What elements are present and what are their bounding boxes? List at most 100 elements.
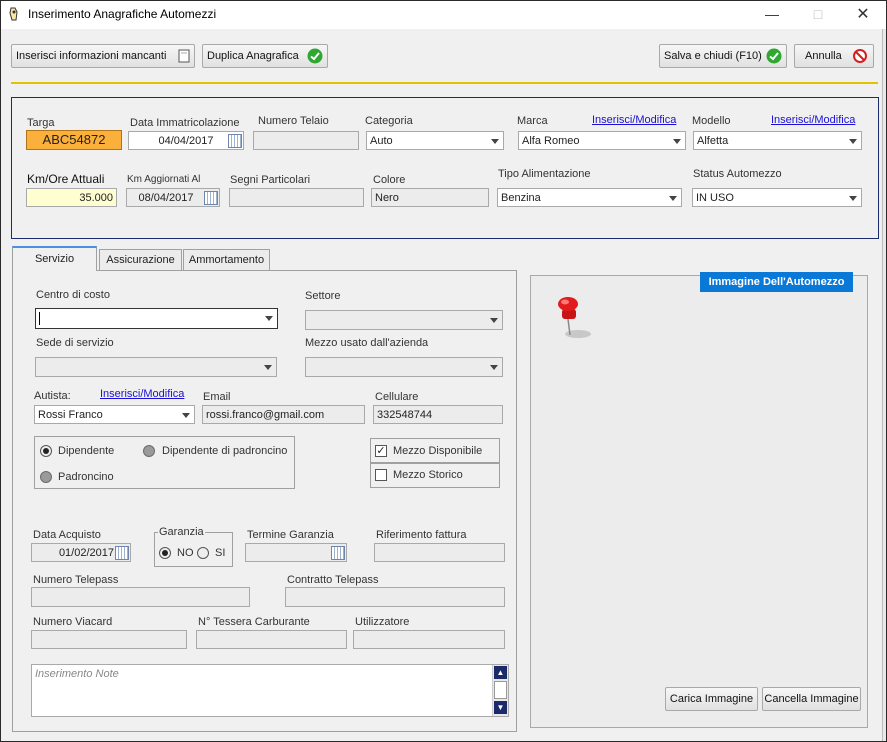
- minimize-button[interactable]: —: [749, 1, 795, 29]
- km-agg-field[interactable]: 08/04/2017: [126, 188, 220, 207]
- chevron-down-icon: [669, 132, 685, 149]
- document-icon: [176, 48, 192, 64]
- km-agg-label: Km Aggiornati Al: [127, 174, 201, 185]
- status-select[interactable]: IN USO: [692, 188, 862, 207]
- settore-label: Settore: [305, 290, 341, 302]
- mezzo-usato-select[interactable]: [305, 357, 503, 377]
- km-field[interactable]: 35.000: [26, 188, 117, 207]
- categoria-label: Categoria: [365, 115, 413, 127]
- save-close-label: Salva e chiudi (F10): [664, 50, 762, 62]
- alimentazione-value: Benzina: [501, 192, 541, 204]
- data-imm-field[interactable]: 04/04/2017: [128, 131, 244, 150]
- viacard-field[interactable]: [31, 630, 187, 649]
- image-panel: [530, 275, 868, 728]
- km-label: Km/Ore Attuali: [27, 172, 105, 186]
- sede-select[interactable]: [35, 357, 277, 377]
- email-field[interactable]: rossi.franco@gmail.com: [202, 405, 365, 424]
- garanzia-no-label: NO: [177, 547, 194, 559]
- data-acquisto-label: Data Acquisto: [33, 529, 101, 541]
- calendar-icon[interactable]: [331, 546, 345, 560]
- alimentazione-select[interactable]: Benzina: [497, 188, 682, 207]
- categoria-value: Auto: [370, 135, 393, 147]
- utilizzatore-field[interactable]: [353, 630, 505, 649]
- marca-value: Alfa Romeo: [522, 135, 580, 147]
- scroll-up-arrow[interactable]: ▲: [494, 666, 507, 679]
- close-button[interactable]: ✕: [840, 1, 886, 29]
- cancel-label: Annulla: [805, 50, 842, 62]
- mezzo-disponibile-label: Mezzo Disponibile: [393, 445, 483, 457]
- telepass-field[interactable]: [31, 587, 250, 607]
- mezzo-disponibile-checkbox[interactable]: ✓: [375, 445, 387, 457]
- duplicate-button[interactable]: Duplica Anagrafica: [202, 44, 328, 68]
- load-image-button[interactable]: Carica Immagine: [665, 687, 758, 711]
- insert-missing-button[interactable]: Inserisci informazioni mancanti: [11, 44, 195, 68]
- load-image-label: Carica Immagine: [669, 693, 754, 705]
- data-imm-value: 04/04/2017: [158, 135, 214, 147]
- settore-select[interactable]: [305, 310, 503, 330]
- check-green-icon: [766, 48, 782, 64]
- modello-select[interactable]: Alfetta: [693, 131, 862, 150]
- marca-edit-link[interactable]: Inserisci/Modifica: [592, 114, 676, 126]
- targa-label: Targa: [27, 117, 55, 129]
- calendar-icon[interactable]: [204, 191, 218, 205]
- garanzia-si-radio[interactable]: [197, 547, 209, 559]
- radio-dipendente[interactable]: [40, 445, 52, 457]
- note-textarea[interactable]: Inserimento Note ▲ ▼: [31, 664, 509, 717]
- chevron-down-icon: [845, 189, 861, 206]
- scroll-thumb[interactable]: [494, 681, 507, 699]
- marca-label: Marca: [517, 115, 548, 127]
- radio-dipendente-padroncino[interactable]: [143, 445, 155, 457]
- title-bar: Inserimento Anagrafiche Automezzi — □ ✕: [1, 1, 886, 29]
- colore-field[interactable]: Nero: [371, 188, 489, 207]
- chevron-down-icon: [260, 358, 276, 376]
- check-green-icon: [307, 48, 323, 64]
- duplicate-label: Duplica Anagrafica: [207, 50, 299, 62]
- alimentazione-label: Tipo Alimentazione: [498, 168, 591, 180]
- autista-select[interactable]: Rossi Franco: [34, 405, 195, 424]
- tab-ammortamento[interactable]: Ammortamento: [183, 249, 270, 270]
- categoria-select[interactable]: Auto: [366, 131, 504, 150]
- data-acquisto-value: 01/02/2017: [58, 547, 114, 559]
- note-placeholder: Inserimento Note: [35, 668, 119, 680]
- contratto-telepass-label: Contratto Telepass: [287, 574, 379, 586]
- telaio-field[interactable]: [253, 131, 359, 150]
- termine-garanzia-field[interactable]: [245, 543, 347, 562]
- telaio-label: Numero Telaio: [258, 115, 329, 127]
- tab-assicurazione[interactable]: Assicurazione: [99, 249, 182, 270]
- centro-select[interactable]: [35, 308, 278, 329]
- tab-servizio[interactable]: Servizio: [12, 246, 97, 271]
- tab-ammortamento-label: Ammortamento: [188, 254, 265, 266]
- calendar-icon[interactable]: [228, 134, 242, 148]
- modello-value: Alfetta: [697, 135, 729, 147]
- sede-label: Sede di servizio: [36, 337, 114, 349]
- autista-edit-link[interactable]: Inserisci/Modifica: [100, 388, 184, 400]
- targa-field[interactable]: ABC54872: [26, 130, 122, 150]
- text-caret: [39, 312, 40, 325]
- modello-edit-link[interactable]: Inserisci/Modifica: [771, 114, 855, 126]
- note-scrollbar[interactable]: ▲ ▼: [492, 665, 508, 716]
- calendar-icon[interactable]: [115, 546, 129, 560]
- contratto-telepass-field[interactable]: [285, 587, 505, 607]
- scroll-down-arrow[interactable]: ▼: [494, 701, 507, 714]
- tessera-field[interactable]: [196, 630, 347, 649]
- garanzia-si-label: SI: [215, 547, 226, 559]
- mezzo-storico-checkbox[interactable]: [375, 469, 387, 481]
- radio-padroncino[interactable]: [40, 471, 52, 483]
- rif-fattura-field[interactable]: [374, 543, 505, 562]
- data-acquisto-field[interactable]: 01/02/2017: [31, 543, 131, 562]
- garanzia-no-radio[interactable]: [159, 547, 171, 559]
- mezzo-storico-label: Mezzo Storico: [393, 469, 463, 481]
- maximize-button[interactable]: □: [795, 1, 841, 29]
- delete-image-button[interactable]: Cancella Immagine: [762, 687, 861, 711]
- toolbar-divider: [11, 82, 878, 84]
- tab-servizio-label: Servizio: [34, 253, 75, 265]
- cellulare-label: Cellulare: [375, 391, 419, 403]
- save-close-button[interactable]: Salva e chiudi (F10): [659, 44, 787, 68]
- chevron-down-icon: [261, 309, 277, 327]
- insert-missing-label: Inserisci informazioni mancanti: [16, 50, 167, 62]
- cancel-button[interactable]: Annulla: [794, 44, 874, 68]
- marca-select[interactable]: Alfa Romeo: [518, 131, 686, 150]
- modello-label: Modello: [692, 115, 731, 127]
- segni-field[interactable]: [229, 188, 364, 207]
- cellulare-field[interactable]: 332548744: [373, 405, 503, 424]
